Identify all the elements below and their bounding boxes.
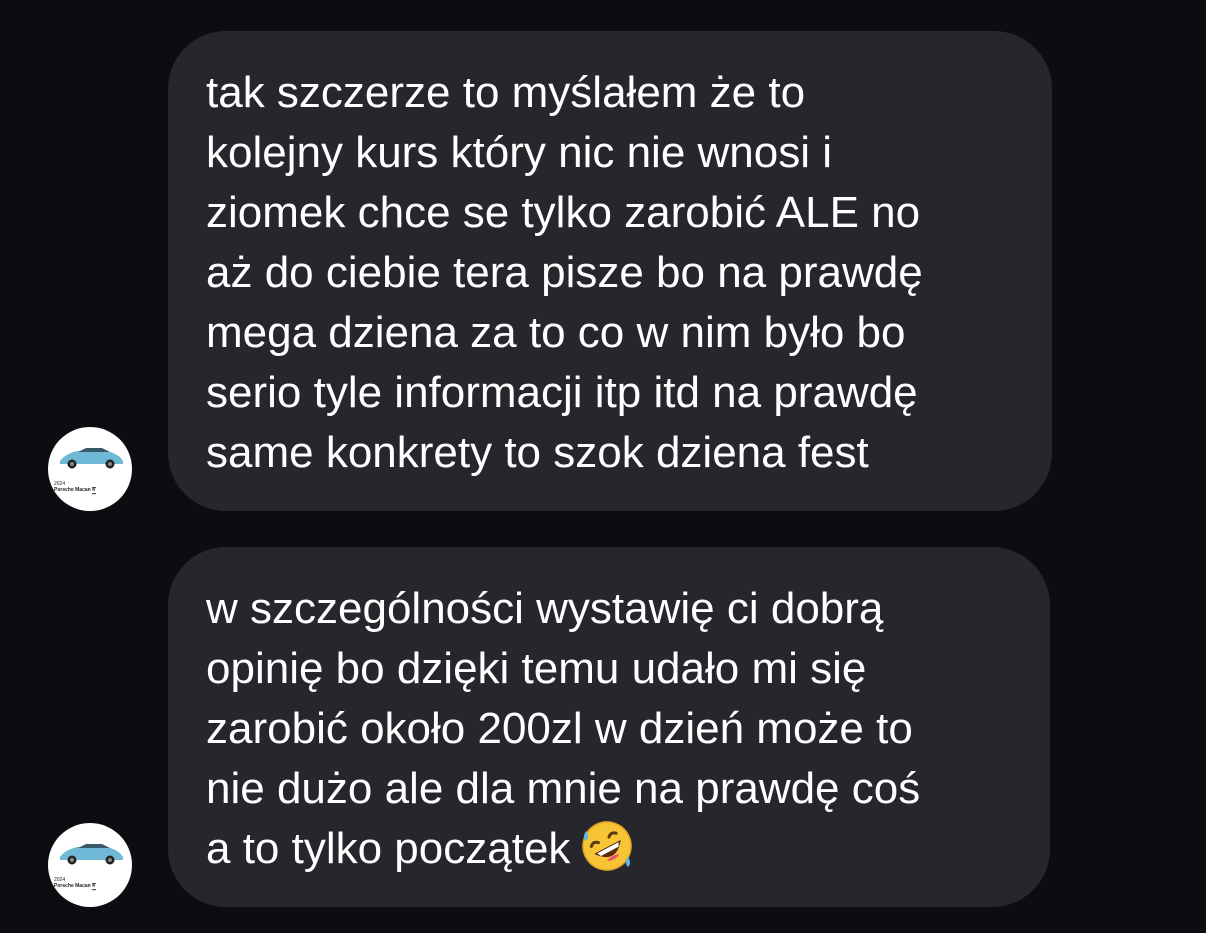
message-text-line: ziomek chce se tylko zarobić ALE no — [206, 188, 921, 237]
car-thumbnail-icon — [60, 448, 123, 495]
sender-avatar[interactable]: 2024 Porsche Macan 4 — [48, 427, 132, 511]
message-text-line: mega dziena za to co w nim było bo — [206, 308, 906, 357]
message-bubble[interactable]: w szczególności wystawię ci dobrą opinię… — [168, 547, 1050, 907]
message-2: 2024 Porsche Macan 4 w szczególności wys… — [0, 520, 1206, 933]
avatar-caption: 2024 Porsche Macan 4 — [54, 877, 95, 889]
sender-avatar[interactable]: 2024 Porsche Macan 4 — [48, 823, 132, 907]
message-last-line: a to tylko początek — [206, 819, 1012, 879]
message-text-line: nie dużo ale dla mnie na prawdę coś — [206, 764, 921, 813]
message-text-line: aż do ciebie tera pisze bo na prawdę — [206, 248, 923, 297]
car-thumbnail-icon — [60, 844, 123, 891]
message-bubble[interactable]: tak szczerze to myślałem że to kolejny k… — [168, 31, 1052, 511]
avatar-caption: 2024 Porsche Macan 4 — [54, 481, 95, 493]
message-text-line: w szczególności wystawię ci dobrą — [206, 584, 884, 633]
rolling-on-the-floor-laughing-icon — [582, 821, 633, 871]
message-text-line: tak szczerze to myślałem że to — [206, 68, 806, 117]
message-1: 2024 Porsche Macan 4 tak szczerze to myś… — [0, 0, 1206, 520]
message-text-line: zarobić około 200zl w dzień może to — [206, 704, 913, 753]
message-text-line: a to tylko początek — [206, 824, 571, 873]
message-text-line: kolejny kurs który nic nie wnosi i — [206, 128, 833, 177]
message-text-line: same konkrety to szok dziena fest — [206, 428, 869, 477]
message-text-line: serio tyle informacji itp itd na prawdę — [206, 368, 918, 417]
message-text-line: opinię bo dzięki temu udało mi się — [206, 644, 867, 693]
